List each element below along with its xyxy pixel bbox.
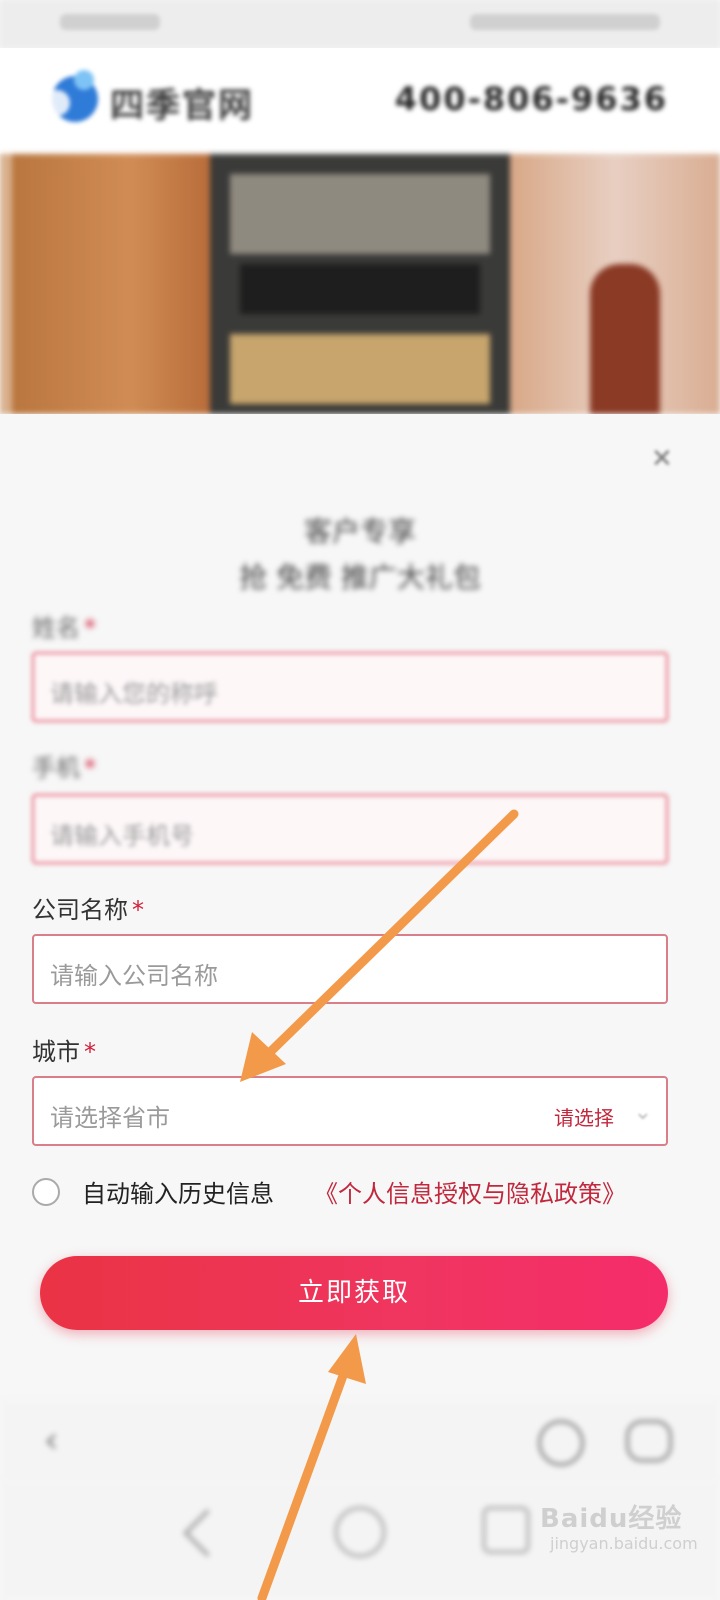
name-placeholder: 请输入您的称呼 bbox=[50, 680, 218, 708]
phone-field[interactable]: 请输入手机号 bbox=[32, 794, 668, 864]
close-icon[interactable]: ✕ bbox=[651, 444, 673, 474]
site-logo bbox=[44, 70, 110, 132]
status-bar bbox=[0, 0, 720, 48]
hotline-number[interactable]: 400-806-9636 bbox=[395, 80, 668, 118]
phone-label: 手机 * bbox=[32, 754, 96, 782]
company-placeholder: 请输入公司名称 bbox=[50, 962, 218, 990]
consent-radio[interactable] bbox=[32, 1178, 60, 1206]
chevron-down-icon[interactable]: ⌄ bbox=[634, 1100, 652, 1125]
city-placeholder: 请选择省市 bbox=[50, 1104, 170, 1132]
company-label: 公司名称 * bbox=[32, 896, 144, 924]
history-consent-row: 自动输入历史信息 《个人信息授权与隐私政策》 bbox=[30, 1174, 690, 1214]
watermark-url: jingyan.baidu.com bbox=[550, 1534, 698, 1553]
menu-icon[interactable] bbox=[538, 1420, 584, 1466]
nav-back-icon[interactable] bbox=[182, 1508, 232, 1558]
name-field[interactable]: 请输入您的称呼 bbox=[32, 652, 668, 722]
browser-toolbar: ‹ bbox=[0, 1400, 720, 1480]
back-icon[interactable]: ‹ bbox=[44, 1420, 58, 1461]
company-field[interactable]: 请输入公司名称 bbox=[32, 934, 668, 1004]
brand-name: 四季官网 bbox=[110, 86, 254, 126]
name-label: 姓名 * bbox=[32, 614, 96, 642]
phone-placeholder: 请输入手机号 bbox=[50, 822, 194, 850]
submit-button[interactable]: 立即获取 bbox=[40, 1256, 668, 1330]
city-select-hint[interactable]: 请选择 bbox=[554, 1102, 614, 1131]
nav-recents-icon[interactable] bbox=[482, 1506, 530, 1554]
nav-home-icon[interactable] bbox=[334, 1506, 386, 1558]
chat-icon[interactable] bbox=[626, 1420, 672, 1462]
city-label: 城市 * bbox=[32, 1038, 96, 1066]
form-title: 客户专享 bbox=[303, 515, 416, 548]
privacy-policy-link[interactable]: 《个人信息授权与隐私政策》 bbox=[314, 1174, 626, 1209]
watermark-logo: Baidu经验 bbox=[540, 1504, 683, 1534]
form-subtitle: 抢 免费 推广大礼包 bbox=[239, 561, 481, 594]
hero-banner bbox=[0, 154, 720, 414]
auto-fill-label: 自动输入历史信息 bbox=[82, 1180, 274, 1208]
city-select[interactable]: 请选择省市 请选择 ⌄ bbox=[32, 1076, 668, 1146]
